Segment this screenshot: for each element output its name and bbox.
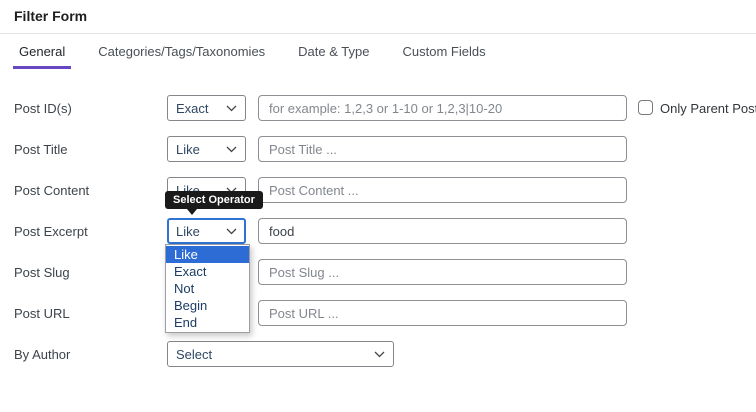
tab-bar: General Categories/Tags/Taxonomies Date …	[13, 38, 492, 69]
dropdown-option-exact[interactable]: Exact	[166, 263, 249, 280]
only-parent-posts-checkbox[interactable]	[638, 100, 653, 115]
post-ids-label: Post ID(s)	[14, 101, 72, 116]
post-ids-input[interactable]	[258, 95, 627, 121]
tab-custom-fields[interactable]: Custom Fields	[396, 38, 491, 69]
header-divider	[0, 33, 756, 34]
form-row-post-title: Post Title Like	[0, 136, 756, 162]
form-row-post-slug: Post Slug Like	[0, 259, 756, 285]
filter-form-panel: Filter Form General Categories/Tags/Taxo…	[0, 0, 756, 412]
only-parent-posts-label: Only Parent Posts	[660, 101, 756, 116]
form-row-post-content: Post Content Like	[0, 177, 756, 203]
post-excerpt-input[interactable]	[258, 218, 627, 244]
post-title-operator-select[interactable]: Like	[167, 136, 246, 162]
post-title-operator-value: Like	[176, 141, 200, 157]
post-excerpt-operator-value: Like	[176, 223, 200, 239]
post-content-input[interactable]	[258, 177, 627, 203]
page-title: Filter Form	[14, 8, 88, 24]
dropdown-option-begin[interactable]: Begin	[166, 297, 249, 314]
form-row-post-excerpt: Post Excerpt Like	[0, 218, 756, 244]
post-title-input[interactable]	[258, 136, 627, 162]
post-ids-operator-value: Exact	[176, 100, 209, 116]
chevron-down-icon	[226, 140, 237, 158]
form-row-post-url: Post URL Like	[0, 300, 756, 326]
by-author-label: By Author	[14, 347, 71, 362]
post-slug-label: Post Slug	[14, 265, 70, 280]
post-ids-operator-select[interactable]: Exact	[167, 95, 246, 121]
form-row-by-author: By Author Select	[0, 341, 756, 367]
select-operator-tooltip-text: Select Operator	[173, 194, 255, 206]
post-url-label: Post URL	[14, 306, 70, 321]
form-row-post-ids: Post ID(s) Exact Only Parent Posts	[0, 95, 756, 121]
post-excerpt-label: Post Excerpt	[14, 224, 88, 239]
chevron-down-icon	[226, 222, 237, 240]
tab-categories-tags-taxonomies[interactable]: Categories/Tags/Taxonomies	[92, 38, 271, 69]
post-title-label: Post Title	[14, 142, 68, 157]
tab-date-and-type[interactable]: Date & Type	[292, 38, 375, 69]
select-operator-tooltip: Select Operator	[165, 191, 263, 215]
post-url-input[interactable]	[258, 300, 627, 326]
post-content-label: Post Content	[14, 183, 90, 198]
post-excerpt-operator-select[interactable]: Like	[167, 218, 246, 244]
tab-general[interactable]: General	[13, 38, 72, 69]
operator-dropdown-list: Like Exact Not Begin End	[165, 244, 250, 333]
chevron-down-icon	[226, 99, 237, 117]
by-author-select[interactable]: Select	[167, 341, 394, 367]
dropdown-option-not[interactable]: Not	[166, 280, 249, 297]
by-author-select-value: Select	[176, 346, 213, 362]
dropdown-option-like[interactable]: Like	[166, 246, 249, 263]
dropdown-option-end[interactable]: End	[166, 314, 249, 331]
post-slug-input[interactable]	[258, 259, 627, 285]
chevron-down-icon	[374, 345, 385, 363]
